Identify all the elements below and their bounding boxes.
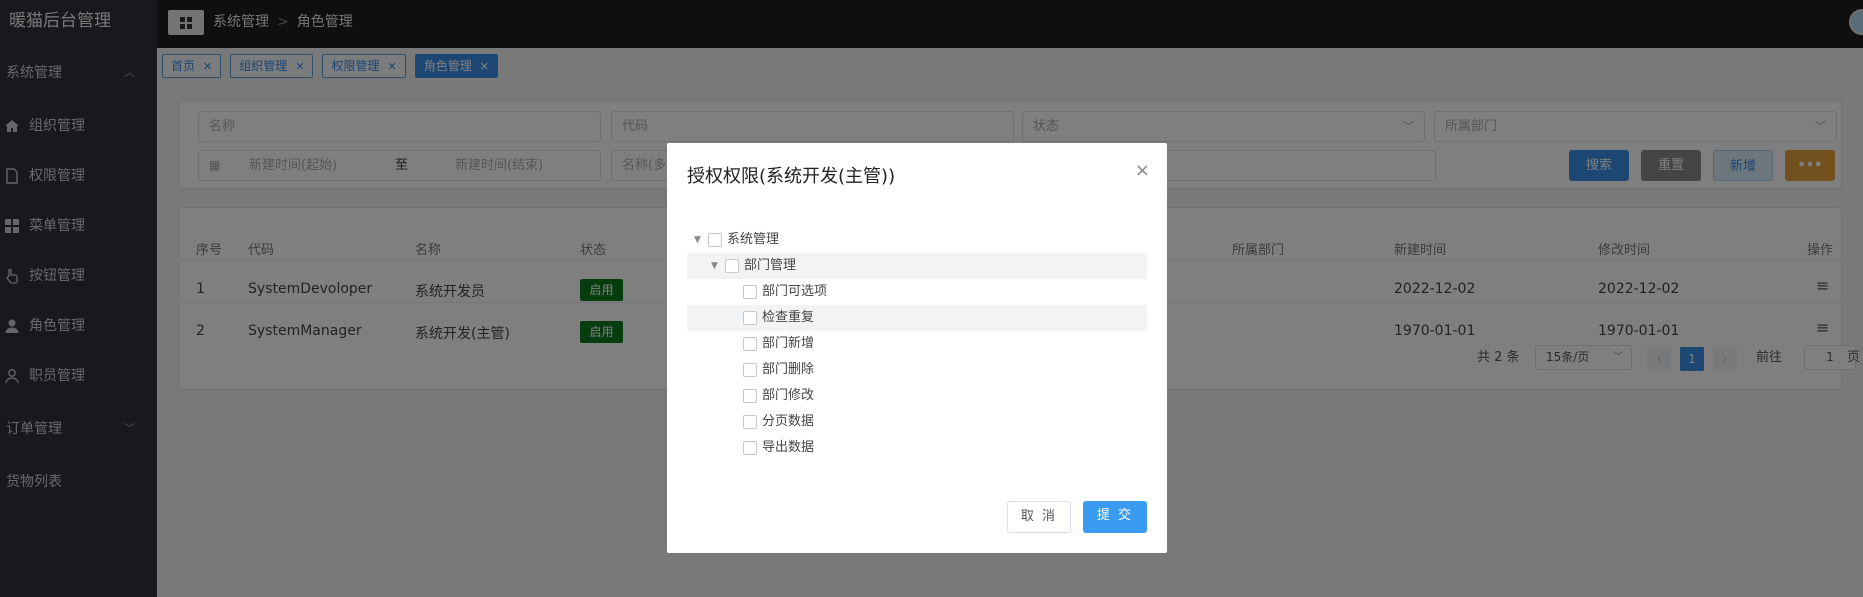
tree-checkbox[interactable] xyxy=(743,363,757,377)
submit-button[interactable]: 提 交 xyxy=(1083,501,1147,533)
tree-node-label: 导出数据 xyxy=(762,440,815,455)
tree-checkbox[interactable] xyxy=(725,259,739,273)
tree-node-label: 部门新增 xyxy=(762,336,815,351)
tree-checkbox[interactable] xyxy=(743,441,757,455)
caret-down-icon[interactable]: ▼ xyxy=(694,227,701,253)
tree-node[interactable]: ▼ 部门管理 xyxy=(687,253,1147,279)
tree-checkbox[interactable] xyxy=(743,415,757,429)
tree-node[interactable]: 分页数据 xyxy=(687,409,1147,435)
tree-node-label: 系统管理 xyxy=(727,232,780,247)
tree-node[interactable]: 检查重复 xyxy=(687,305,1147,331)
tree-node-label: 检查重复 xyxy=(762,310,815,325)
cancel-button[interactable]: 取 消 xyxy=(1007,501,1071,533)
tree-node-label: 部门修改 xyxy=(762,388,815,403)
tree-node[interactable]: 部门新增 xyxy=(687,331,1147,357)
tree-node-label: 部门删除 xyxy=(762,362,815,377)
tree-node-label: 分页数据 xyxy=(762,414,815,429)
tree-node-label: 部门管理 xyxy=(744,258,797,273)
tree-node[interactable]: 部门可选项 xyxy=(687,279,1147,305)
dialog-title: 授权权限(系统开发(主管)) xyxy=(687,166,896,187)
tree-checkbox[interactable] xyxy=(708,233,722,247)
close-icon[interactable]: × xyxy=(1135,160,1150,181)
tree-node-label: 部门可选项 xyxy=(762,284,828,299)
tree-checkbox[interactable] xyxy=(743,337,757,351)
tree-checkbox[interactable] xyxy=(743,311,757,325)
tree-checkbox[interactable] xyxy=(743,389,757,403)
tree-checkbox[interactable] xyxy=(743,285,757,299)
tree-node[interactable]: 部门修改 xyxy=(687,383,1147,409)
tree-node[interactable]: 部门删除 xyxy=(687,357,1147,383)
caret-down-icon[interactable]: ▼ xyxy=(711,253,718,279)
tree-node[interactable]: ▼ 系统管理 xyxy=(687,227,1147,253)
authorize-permission-dialog: 授权权限(系统开发(主管)) × ▼ 系统管理 ▼ 部门管理 部门可选项 检查重… xyxy=(667,143,1167,553)
tree-node[interactable]: 导出数据 xyxy=(687,435,1147,461)
